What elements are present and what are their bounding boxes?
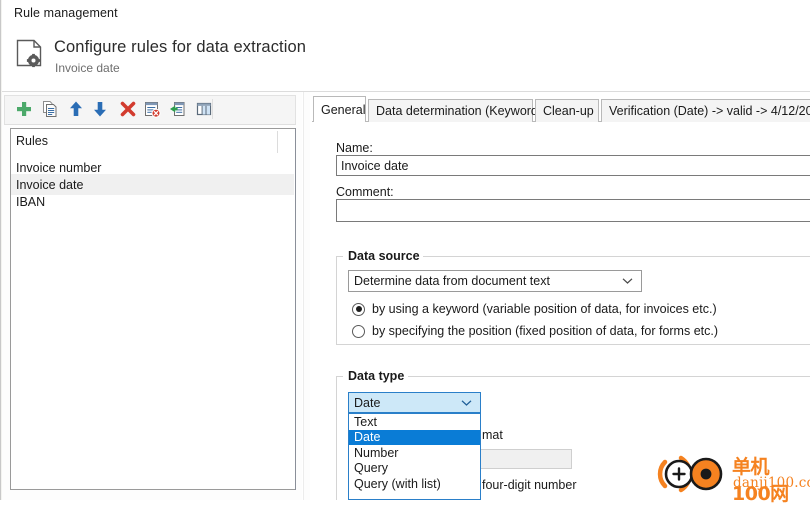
watermark: 单机100网 danji100.com [657,452,810,505]
chevron-down-icon [622,274,633,288]
data-type-select-value: Date [354,395,381,410]
rules-grid-column-divider[interactable] [277,131,278,153]
data-type-group-title: Data type [345,369,408,383]
data-type-dropdown-list[interactable]: Text Date Number Query Query (with list) [348,413,481,500]
tab-label: Verification (Date) -> valid -> 4/12/202… [609,104,810,118]
rules-grid-header-label: Rules [16,134,48,148]
radio-indicator [352,302,365,316]
tab-general[interactable]: General [313,96,366,122]
tab-label: General [321,102,366,117]
list-import-icon [170,102,185,116]
radio-by-position[interactable]: by specifying the position (fixed positi… [352,324,718,338]
rule-name: Invoice number [16,160,102,175]
rule-name: IBAN [16,194,46,209]
dropdown-option[interactable]: Number [349,445,480,461]
data-source-select[interactable]: Determine data from document text [348,270,642,292]
red-x-icon [120,101,136,117]
tab-label: Data determination (Keyword) [376,104,543,118]
copy-icon [43,101,57,117]
radio-indicator [352,324,365,338]
tab-label: Clean-up [543,104,594,118]
dropdown-option[interactable]: Query [349,461,480,477]
comment-input[interactable] [336,199,810,222]
name-label: Name: [336,141,373,155]
data-source-group: Data source Determine data from document… [336,248,810,345]
name-input[interactable]: Invoice date [336,155,810,176]
rule-name: Invoice date [16,177,84,192]
tab-verification[interactable]: Verification (Date) -> valid -> 4/12/202… [601,99,810,122]
arrow-up-icon [70,101,82,116]
add-rule-button[interactable] [12,98,36,120]
format-hint: four-digit number [482,478,577,492]
page-title: Configure rules for data extraction [54,38,307,56]
dropdown-option[interactable]: Text [349,414,480,430]
import-button[interactable] [166,98,190,120]
radio-label: by specifying the position (fixed positi… [372,324,719,338]
chevron-down-icon [461,396,472,410]
data-source-group-title: Data source [345,249,423,263]
rules-grid-header [11,129,294,155]
page-subtitle: Invoice date [55,61,120,75]
dropdown-option[interactable]: Date [349,429,480,445]
danji100-logo-icon [657,455,723,493]
general-tab-page: Name: Invoice date Comment: Data source … [312,122,810,500]
document-gear-icon [14,38,48,72]
window-title: Rule management [14,6,118,20]
format-label: mat [482,428,503,442]
list-delete-icon [145,102,161,118]
rules-grid-right-border [295,128,296,490]
move-up-button[interactable] [64,98,88,120]
panel-splitter[interactable] [303,92,310,500]
table-row[interactable]: IBAN [11,191,294,212]
app-window: Rule management Configure rules for data… [0,0,810,505]
arrow-down-icon [94,102,106,117]
data-type-select[interactable]: Date [348,392,481,413]
tab-data-determination[interactable]: Data determination (Keyword) [368,99,542,122]
columns-icon [196,102,212,116]
radio-label: by using a keyword (variable position of… [372,302,717,316]
delete-entries-button[interactable] [140,98,164,120]
toolbar-separator [212,99,213,119]
move-down-button[interactable] [88,98,112,120]
tab-clean-up[interactable]: Clean-up [535,99,599,122]
delete-rule-button[interactable] [116,98,140,120]
format-input[interactable] [472,449,572,469]
dropdown-option[interactable]: Query (with list) [349,476,480,492]
radio-by-keyword[interactable]: by using a keyword (variable position of… [352,302,717,316]
comment-label: Comment: [336,185,394,199]
data-source-select-value: Determine data from document text [354,274,550,288]
watermark-url-text: danji100.com [733,475,810,491]
plus-icon [17,102,31,116]
copy-rule-button[interactable] [38,98,62,120]
